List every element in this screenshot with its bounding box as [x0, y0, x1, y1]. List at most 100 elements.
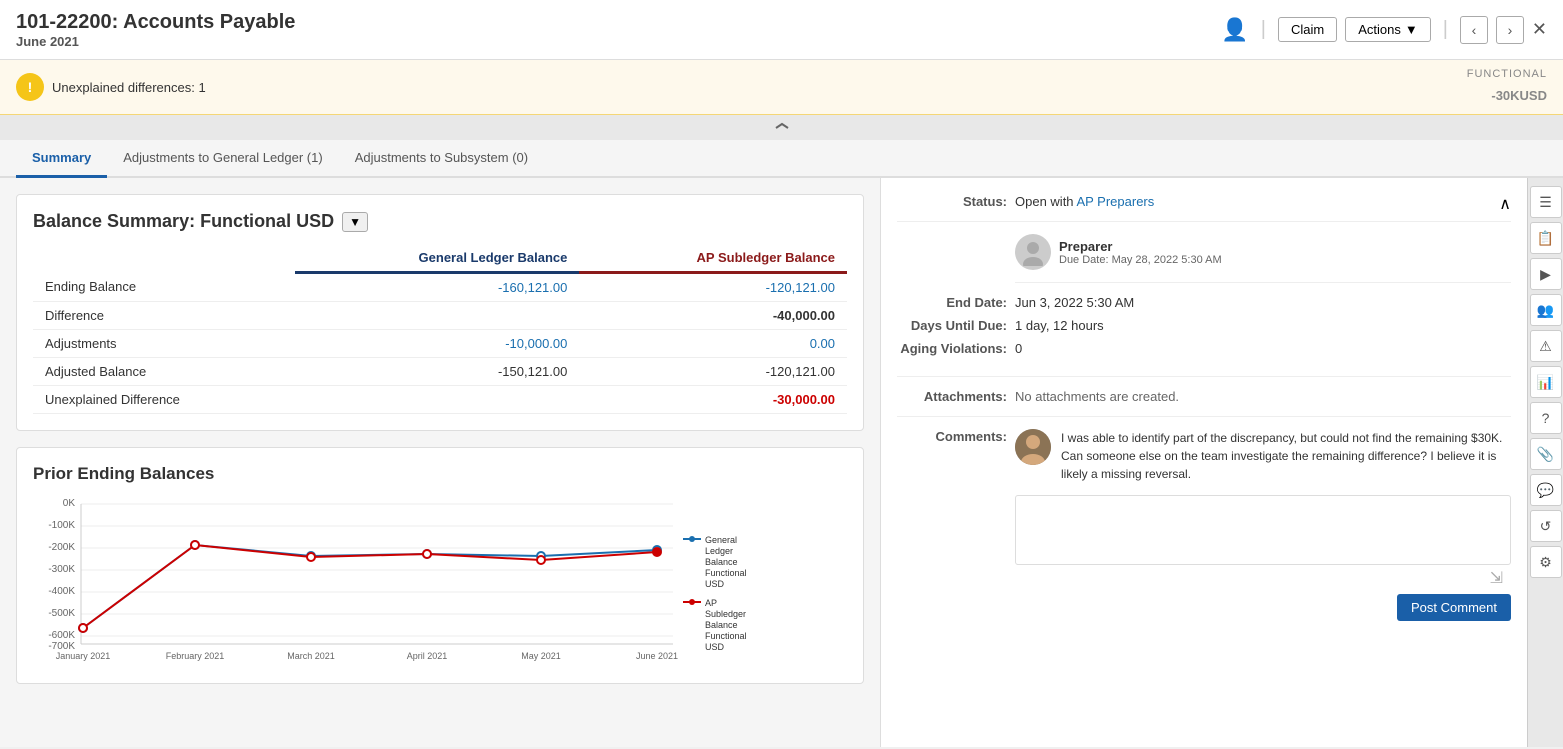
- prior-balances-card: Prior Ending Balances 0K -100K -200K -30…: [16, 447, 864, 684]
- aging-value: 0: [1015, 341, 1511, 356]
- row-label: Adjustments: [33, 330, 295, 358]
- svg-text:June 2021: June 2021: [636, 651, 678, 661]
- document-icon-button[interactable]: 📋: [1530, 222, 1562, 254]
- functional-value: -30KUSD: [1467, 80, 1547, 106]
- days-value: 1 day, 12 hours: [1015, 318, 1511, 333]
- svg-text:April 2021: April 2021: [407, 651, 448, 661]
- data-icon-button[interactable]: 📊: [1530, 366, 1562, 398]
- balance-summary-title: Balance Summary: Functional USD ▼: [33, 211, 847, 232]
- warning-icon-button[interactable]: ⚠: [1530, 330, 1562, 362]
- attachments-label: Attachments:: [897, 389, 1007, 404]
- list-icon-button[interactable]: ☰: [1530, 186, 1562, 218]
- main-layout: Balance Summary: Functional USD ▼ Genera…: [0, 178, 1563, 747]
- page-subtitle: June 2021: [16, 34, 295, 49]
- refresh-icon-button[interactable]: ↺: [1530, 510, 1562, 542]
- svg-text:May 2021: May 2021: [521, 651, 561, 661]
- row-gl: -160,121.00: [295, 273, 580, 302]
- table-row: Ending Balance -160,121.00 -120,121.00: [33, 273, 847, 302]
- right-panel: Status: Open with AP Preparers ∧ Prepare…: [880, 178, 1527, 747]
- page-title: 101-22200: Accounts Payable: [16, 11, 295, 34]
- col-gl-header: General Ledger Balance: [295, 244, 580, 273]
- tab-summary[interactable]: Summary: [16, 140, 107, 178]
- warning-icon: !: [16, 73, 44, 101]
- days-label: Days Until Due:: [897, 318, 1007, 333]
- comments-label: Comments:: [897, 429, 1007, 444]
- svg-text:Functional: Functional: [705, 568, 747, 578]
- row-ap: -120,121.00: [579, 273, 847, 302]
- table-row: Difference -40,000.00: [33, 302, 847, 330]
- row-ap: -120,121.00: [579, 358, 847, 386]
- col-ap-header: AP Subledger Balance: [579, 244, 847, 273]
- row-gl: -150,121.00: [295, 358, 580, 386]
- info-section: End Date: Jun 3, 2022 5:30 AM Days Until…: [897, 295, 1511, 377]
- chart-title: Prior Ending Balances: [33, 464, 847, 484]
- preparer-name: Preparer: [1059, 239, 1222, 254]
- tab-adjustments-subsystem[interactable]: Adjustments to Subsystem (0): [339, 140, 544, 178]
- svg-text:-600K: -600K: [48, 630, 75, 641]
- collapse-bar[interactable]: [0, 115, 1563, 140]
- post-comment-button[interactable]: Post Comment: [1397, 594, 1511, 621]
- table-row: Unexplained Difference -30,000.00: [33, 386, 847, 414]
- functional-label: FUNCTIONAL: [1467, 68, 1547, 80]
- attachments-value: No attachments are created.: [1015, 389, 1511, 404]
- claim-button[interactable]: Claim: [1278, 17, 1337, 42]
- svg-text:0K: 0K: [63, 498, 76, 509]
- svg-text:Subledger: Subledger: [705, 609, 746, 619]
- svg-text:-400K: -400K: [48, 586, 75, 597]
- comments-section: Comments: I was able to identify part of…: [897, 429, 1511, 621]
- svg-text:Functional: Functional: [705, 631, 747, 641]
- row-ap: -30,000.00: [579, 386, 847, 414]
- avatar: [1015, 234, 1051, 270]
- balance-table: General Ledger Balance AP Subledger Bala…: [33, 244, 847, 414]
- svg-text:-100K: -100K: [48, 520, 75, 531]
- close-button[interactable]: ✕: [1532, 19, 1547, 40]
- user-config-icon-button[interactable]: 👥: [1530, 294, 1562, 326]
- aging-label: Aging Violations:: [897, 341, 1007, 356]
- chevron-down-icon: ▼: [1405, 22, 1418, 37]
- functional-currency: USD: [1520, 88, 1547, 103]
- row-label: Difference: [33, 302, 295, 330]
- preparer-due-date: Due Date: May 28, 2022 5:30 AM: [1059, 254, 1222, 266]
- svg-text:USD: USD: [705, 642, 725, 652]
- comment-input[interactable]: [1015, 495, 1511, 565]
- nav-next-button[interactable]: ›: [1496, 16, 1524, 44]
- paperclip-icon-button[interactable]: 📎: [1530, 438, 1562, 470]
- collapse-right-button[interactable]: ∧: [1499, 194, 1511, 214]
- header-actions: 👤 | Claim Actions ▼ | ‹ › ✕: [1221, 16, 1547, 44]
- status-label: Status:: [897, 194, 1007, 209]
- row-label: Adjusted Balance: [33, 358, 295, 386]
- status-section: Status: Open with AP Preparers ∧: [897, 194, 1511, 222]
- help-icon-button[interactable]: ?: [1530, 402, 1562, 434]
- settings-icon-button[interactable]: ⚙: [1530, 546, 1562, 578]
- svg-text:February 2021: February 2021: [166, 651, 225, 661]
- svg-text:USD: USD: [705, 579, 725, 589]
- row-ap: 0.00: [579, 330, 847, 358]
- table-row: Adjustments -10,000.00 0.00: [33, 330, 847, 358]
- end-date-value: Jun 3, 2022 5:30 AM: [1015, 295, 1511, 310]
- row-gl: [295, 302, 580, 330]
- attachments-section: Attachments: No attachments are created.: [897, 389, 1511, 417]
- sidebar-icons: ☰ 📋 ▶ 👥 ⚠ 📊 ? 📎 💬 ↺ ⚙: [1527, 178, 1563, 747]
- row-ap: -40,000.00: [579, 302, 847, 330]
- play-icon-button[interactable]: ▶: [1530, 258, 1562, 290]
- svg-text:Balance: Balance: [705, 620, 738, 630]
- svg-text:January 2021: January 2021: [56, 651, 111, 661]
- warning-bar: ! Unexplained differences: 1 FUNCTIONAL …: [0, 60, 1563, 115]
- collapse-icon: [774, 118, 790, 134]
- ap-preparers-link[interactable]: AP Preparers: [1076, 194, 1154, 209]
- status-value: Open with AP Preparers: [1015, 194, 1511, 209]
- chat-icon-button[interactable]: 💬: [1530, 474, 1562, 506]
- tab-adjustments-gl[interactable]: Adjustments to General Ledger (1): [107, 140, 338, 178]
- chart-svg: 0K -100K -200K -300K -400K -500K -600K -…: [33, 494, 793, 664]
- tabs: Summary Adjustments to General Ledger (1…: [0, 140, 1563, 178]
- row-gl: -10,000.00: [295, 330, 580, 358]
- svg-text:-500K: -500K: [48, 608, 75, 619]
- svg-text:-200K: -200K: [48, 542, 75, 553]
- balance-dropdown-button[interactable]: ▼: [342, 212, 368, 232]
- nav-prev-button[interactable]: ‹: [1460, 16, 1488, 44]
- balance-summary-card: Balance Summary: Functional USD ▼ Genera…: [16, 194, 864, 431]
- row-label: Unexplained Difference: [33, 386, 295, 414]
- actions-button[interactable]: Actions ▼: [1345, 17, 1431, 42]
- svg-text:AP: AP: [705, 598, 717, 608]
- header: 101-22200: Accounts Payable June 2021 👤 …: [0, 0, 1563, 60]
